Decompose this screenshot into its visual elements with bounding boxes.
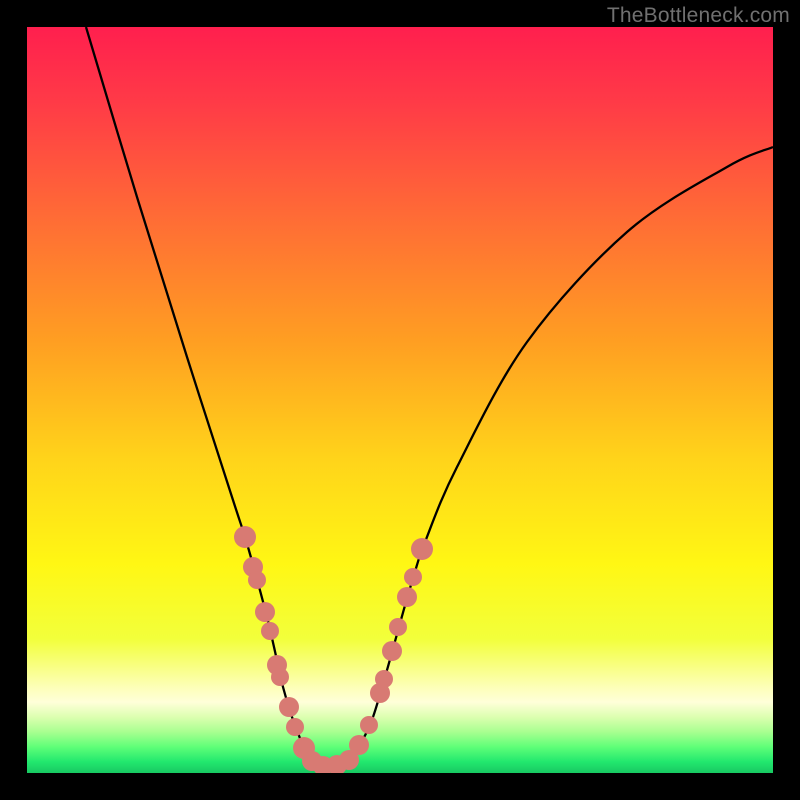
data-marker <box>404 568 422 586</box>
data-marker <box>271 668 289 686</box>
data-marker <box>261 622 279 640</box>
chart-area <box>27 27 773 773</box>
data-marker <box>375 670 393 688</box>
data-marker <box>389 618 407 636</box>
data-marker <box>382 641 402 661</box>
data-marker <box>411 538 433 560</box>
data-marker <box>397 587 417 607</box>
left-branch-curve <box>86 27 327 767</box>
data-marker <box>255 602 275 622</box>
curve-layer <box>27 27 773 773</box>
watermark-text: TheBottleneck.com <box>607 4 790 28</box>
right-branch-curve <box>327 147 773 767</box>
data-marker <box>248 571 266 589</box>
data-marker <box>360 716 378 734</box>
data-marker <box>286 718 304 736</box>
data-marker <box>279 697 299 717</box>
marker-group <box>234 526 433 773</box>
data-marker <box>349 735 369 755</box>
data-marker <box>234 526 256 548</box>
